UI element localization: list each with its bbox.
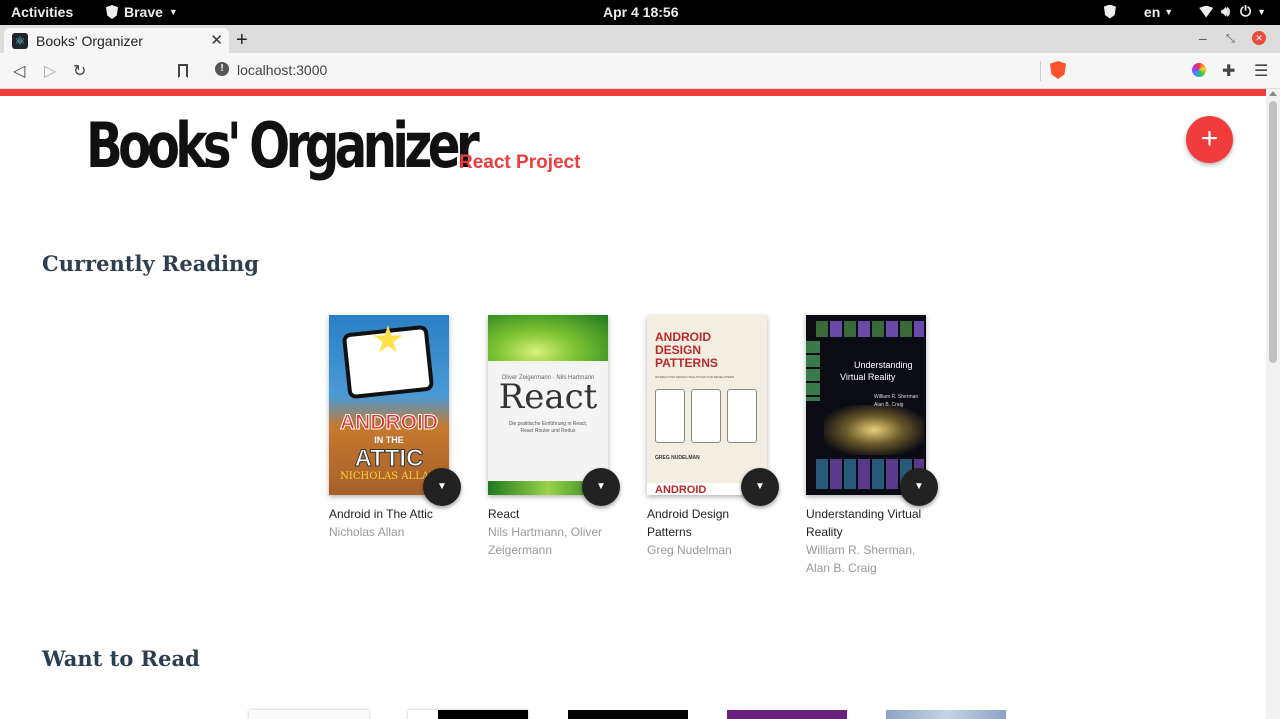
shelf-changer-button[interactable]: ▼ bbox=[423, 468, 461, 506]
book-card: ANDROID DESIGN PATTERNS INTERACTION DESI… bbox=[647, 315, 787, 559]
chevron-down-icon: ▼ bbox=[1257, 6, 1266, 17]
shield-icon bbox=[1103, 4, 1116, 19]
book-card: Understanding Virtual Reality William R.… bbox=[806, 315, 946, 577]
url-field[interactable]: localhost:3000 bbox=[237, 62, 327, 78]
book-cover[interactable] bbox=[568, 710, 688, 719]
volume-icon: 🔊︎ bbox=[1221, 3, 1230, 19]
shelf-changer-button[interactable]: ▼ bbox=[582, 468, 620, 506]
bookmark-icon[interactable] bbox=[178, 64, 188, 78]
power-icon: ⏻ bbox=[1240, 3, 1252, 19]
address-toolbar: ◁ ▷ ↻ ! localhost:3000 ✚ ☰ bbox=[0, 53, 1280, 89]
react-icon: ⚛ bbox=[12, 32, 28, 49]
accent-bar bbox=[0, 89, 1280, 96]
cover-text: Understanding bbox=[854, 360, 913, 370]
language-indicator[interactable]: en bbox=[1144, 4, 1160, 20]
book-cover[interactable] bbox=[886, 710, 1006, 719]
cover-text: William R. Sherman bbox=[874, 394, 919, 400]
cover-text: IN THE bbox=[374, 435, 404, 445]
book-authors: Nils Hartmann, Oliver Zeigermann bbox=[488, 525, 603, 557]
page-subtitle: React Project bbox=[459, 152, 581, 173]
book-title: Understanding Virtual Reality bbox=[806, 507, 922, 539]
scrollbar-thumb[interactable] bbox=[1269, 101, 1277, 363]
chevron-down-icon: ▼ bbox=[168, 7, 178, 17]
app-name: Brave bbox=[124, 4, 163, 20]
cover-text: GREG NUDELMAN bbox=[655, 455, 700, 461]
toolbar-divider bbox=[1040, 61, 1041, 81]
shelf-changer-button[interactable]: ▼ bbox=[741, 468, 779, 506]
menu-icon[interactable]: ☰ bbox=[1254, 61, 1268, 81]
page-content: Books' Organizer React Project + Current… bbox=[0, 96, 1266, 719]
cover-text: Die praktische Einführung in React, Reac… bbox=[508, 421, 588, 434]
book-title: Android in The Attic bbox=[329, 507, 433, 521]
cover-text: ANDROID bbox=[340, 411, 439, 435]
system-tray[interactable]: en ▼ 🔊︎ ⏻ ▼ bbox=[1103, 3, 1280, 20]
cover-text: React bbox=[498, 377, 598, 417]
cover-text: ATTIC bbox=[354, 445, 424, 473]
clock[interactable]: Apr 4 18:56 bbox=[603, 4, 678, 20]
tab-title: Books' Organizer bbox=[36, 32, 143, 49]
book-cover[interactable] bbox=[408, 710, 528, 719]
book-title: Android Design Patterns bbox=[647, 507, 730, 539]
book-cover[interactable]: ANDROID IN THE ATTIC NICHOLAS ALLAN ▼ bbox=[329, 315, 461, 506]
color-wheel-icon[interactable] bbox=[1192, 63, 1206, 77]
cover-text: ANDROID bbox=[655, 484, 707, 495]
book-authors: William R. Sherman, Alan B. Craig bbox=[806, 543, 916, 575]
close-icon[interactable]: ✕ bbox=[210, 31, 223, 49]
book-authors: Nicholas Allan bbox=[329, 525, 405, 539]
book-cover[interactable]: Understanding Virtual Reality William R.… bbox=[806, 315, 938, 506]
activities-button[interactable]: Activities bbox=[11, 4, 73, 20]
chevron-down-icon: ▼ bbox=[1164, 6, 1174, 17]
site-info-icon[interactable]: ! bbox=[215, 62, 229, 76]
page-title: Books' Organizer bbox=[86, 109, 480, 182]
book-cover[interactable]: ANDROID DESIGN PATTERNS INTERACTION DESI… bbox=[647, 315, 779, 506]
back-icon[interactable]: ◁ bbox=[13, 61, 25, 81]
tab-books-organizer[interactable]: ⚛ Books' Organizer ✕ bbox=[4, 28, 229, 53]
book-card: ANDROID IN THE ATTIC NICHOLAS ALLAN ▼ An… bbox=[329, 315, 469, 541]
scroll-up-icon[interactable] bbox=[1269, 91, 1277, 96]
cover-text: PATTERNS bbox=[655, 356, 718, 370]
new-tab-button[interactable]: + bbox=[236, 29, 248, 52]
shelf-title-currently-reading: Currently Reading bbox=[42, 251, 259, 276]
cover-text: Alan B. Craig bbox=[874, 402, 904, 408]
book-cover[interactable] bbox=[249, 710, 369, 719]
cover-text: INTERACTION DESIGN SOLUTIONS FOR DEVELOP… bbox=[655, 375, 735, 379]
window-close-icon[interactable]: ✕ bbox=[1252, 31, 1266, 45]
reload-icon[interactable]: ↻ bbox=[73, 61, 86, 81]
brave-shields-icon[interactable] bbox=[1050, 61, 1066, 79]
book-card: Oliver Zeigermann · Nils Hartmann React … bbox=[488, 315, 628, 559]
page-scrollbar[interactable] bbox=[1266, 89, 1280, 719]
minimize-icon[interactable]: – bbox=[1199, 30, 1207, 46]
restore-icon[interactable]: ⤡ bbox=[1226, 33, 1235, 46]
extensions-icon[interactable]: ✚ bbox=[1222, 61, 1235, 81]
cover-text: Virtual Reality bbox=[840, 372, 896, 382]
shelf-changer-button[interactable]: ▼ bbox=[900, 468, 938, 506]
brave-lion-icon bbox=[106, 5, 118, 19]
add-book-button[interactable]: + bbox=[1186, 116, 1233, 163]
book-cover[interactable]: Oliver Zeigermann · Nils Hartmann React … bbox=[488, 315, 620, 506]
book-authors: Greg Nudelman bbox=[647, 543, 732, 557]
shelf-title-want-to-read: Want to Read bbox=[42, 646, 200, 671]
wifi-icon bbox=[1199, 5, 1214, 18]
tab-strip: ⚛ Books' Organizer ✕ bbox=[0, 25, 1280, 53]
book-cover[interactable] bbox=[727, 710, 847, 719]
system-top-bar: Activities Brave ▼ Apr 4 18:56 en ▼ 🔊︎ ⏻… bbox=[0, 0, 1280, 25]
book-title: React bbox=[488, 507, 520, 521]
app-menu[interactable]: Brave ▼ bbox=[106, 4, 178, 20]
forward-icon[interactable]: ▷ bbox=[44, 61, 56, 81]
